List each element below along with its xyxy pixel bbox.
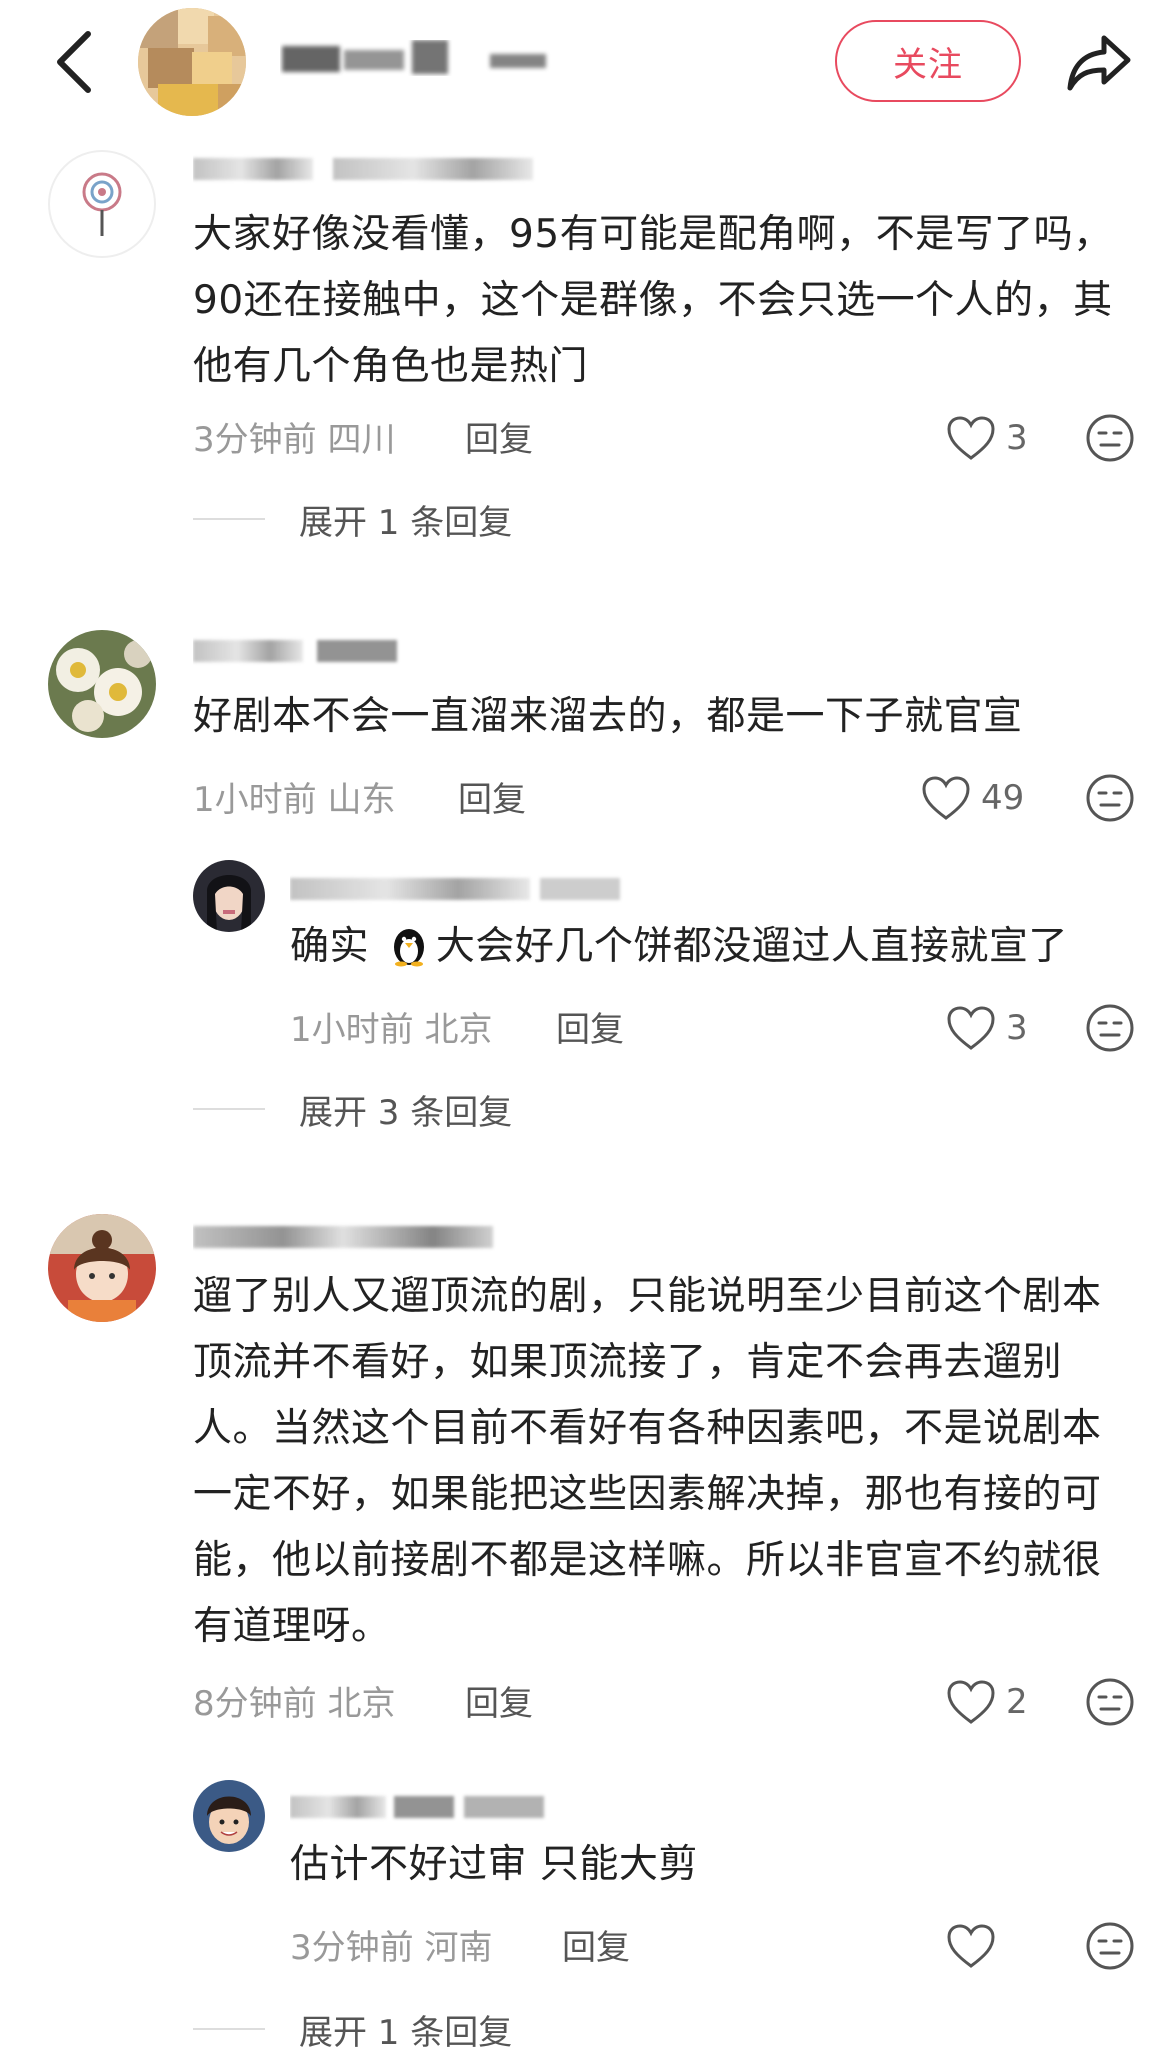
reply-avatar[interactable]: [193, 1780, 265, 1852]
heart-icon: [947, 1006, 995, 1050]
chevron-left-icon: [57, 31, 91, 93]
like-count: 3: [1006, 418, 1028, 458]
reply-button[interactable]: 回复: [562, 1920, 630, 1969]
heart-icon: [947, 1680, 995, 1724]
comment-location: 山东: [327, 780, 396, 820]
expand-replies-label: 展开 1 条回复: [299, 502, 513, 543]
reply-name-blurred[interactable]: [290, 1788, 550, 1822]
reply-button[interactable]: 回复: [556, 1002, 624, 1051]
commenter-avatar[interactable]: [48, 150, 156, 258]
commenter-name-blurred[interactable]: [193, 632, 413, 666]
reply-name-blurred[interactable]: [290, 870, 650, 904]
comment-text: 遛了别人又遛顶流的剧，只能说明至少目前这个剧本顶流并不看好，如果顶流接了，肯定不…: [193, 1274, 1102, 1649]
commenter-avatar[interactable]: [48, 630, 156, 738]
expand-replies-label: 展开 3 条回复: [299, 1092, 513, 1133]
reply-button[interactable]: 回复: [465, 412, 533, 461]
comment-text: 大家好像没看懂，95有可能是配角啊，不是写了吗，90还在接触中，这个是群像，不会…: [193, 212, 1113, 389]
commenter-name-blurred[interactable]: [193, 1218, 503, 1252]
share-arrow-icon: [1067, 35, 1131, 91]
reply-button[interactable]: 回复: [458, 772, 526, 821]
dislike-button[interactable]: [1084, 1920, 1136, 1972]
reply-location: 北京: [424, 1010, 493, 1050]
comment-location: 四川: [327, 420, 396, 460]
comment-time: 1小时前: [193, 780, 317, 820]
reply-text: 估计不好过审 只能大剪: [290, 1842, 698, 1887]
comment-meta: 8分钟前 北京: [193, 1676, 395, 1725]
comment-text: 好剧本不会一直溜来溜去的，都是一下子就官宣: [193, 694, 1023, 739]
reply-meta: 1小时前 北京: [290, 1002, 492, 1051]
reply-time: 1小时前: [290, 1010, 414, 1050]
dislike-button[interactable]: [1084, 1676, 1136, 1728]
divider-line: [193, 2028, 265, 2030]
reply-text-before: 确实: [290, 924, 382, 969]
neutral-face-icon: [1086, 774, 1134, 822]
comment-time: 3分钟前: [193, 420, 317, 460]
like-count: 49: [981, 778, 1025, 818]
comment-meta: 1小时前 山东: [193, 772, 395, 821]
like-count: 2: [1006, 1682, 1028, 1722]
follow-button[interactable]: 关注: [835, 20, 1021, 102]
commenter-avatar[interactable]: [48, 1214, 156, 1322]
back-button[interactable]: [48, 26, 100, 98]
expand-replies-button[interactable]: 展开 1 条回复: [193, 494, 512, 544]
dislike-button[interactable]: [1084, 412, 1136, 464]
heart-icon: [922, 776, 970, 820]
like-button[interactable]: 3: [946, 998, 1028, 1058]
like-button[interactable]: [946, 1916, 1006, 1976]
reply-time: 3分钟前: [290, 1928, 414, 1968]
neutral-face-icon: [1086, 1922, 1134, 1970]
dislike-button[interactable]: [1084, 772, 1136, 824]
like-count: 3: [1006, 1008, 1028, 1048]
divider-line: [193, 1108, 265, 1110]
top-bar: 关注: [0, 0, 1169, 130]
reply-button[interactable]: 回复: [465, 1676, 533, 1725]
penguin-emoji-icon: [393, 929, 424, 967]
reply-text: 确实 大会好几个饼都没遛过人直接就宣了: [290, 914, 1150, 980]
heart-icon: [947, 416, 995, 460]
like-button[interactable]: 49: [921, 768, 1024, 828]
dislike-button[interactable]: [1084, 1002, 1136, 1054]
expand-replies-label: 展开 1 条回复: [299, 2012, 513, 2053]
share-button[interactable]: [1062, 26, 1136, 100]
reply-meta: 3分钟前 河南: [290, 1920, 492, 1969]
like-button[interactable]: 2: [946, 1672, 1028, 1732]
author-name-blurred[interactable]: [280, 40, 560, 76]
reply-location: 河南: [424, 1928, 493, 1968]
like-button[interactable]: 3: [946, 408, 1028, 468]
commenter-name-blurred[interactable]: [193, 150, 543, 184]
comment-time: 8分钟前: [193, 1684, 317, 1724]
reply-avatar[interactable]: [193, 860, 265, 932]
divider-line: [193, 518, 265, 520]
neutral-face-icon: [1086, 1004, 1134, 1052]
author-avatar[interactable]: [138, 8, 246, 116]
neutral-face-icon: [1086, 1678, 1134, 1726]
comment-meta: 3分钟前 四川: [193, 412, 395, 461]
expand-replies-button[interactable]: 展开 3 条回复: [193, 1084, 512, 1134]
expand-replies-button[interactable]: 展开 1 条回复: [193, 2004, 512, 2054]
comment-location: 北京: [327, 1684, 396, 1724]
reply-text-after: 大会好几个饼都没遛过人直接就宣了: [435, 924, 1068, 969]
neutral-face-icon: [1086, 414, 1134, 462]
heart-icon: [947, 1924, 995, 1968]
